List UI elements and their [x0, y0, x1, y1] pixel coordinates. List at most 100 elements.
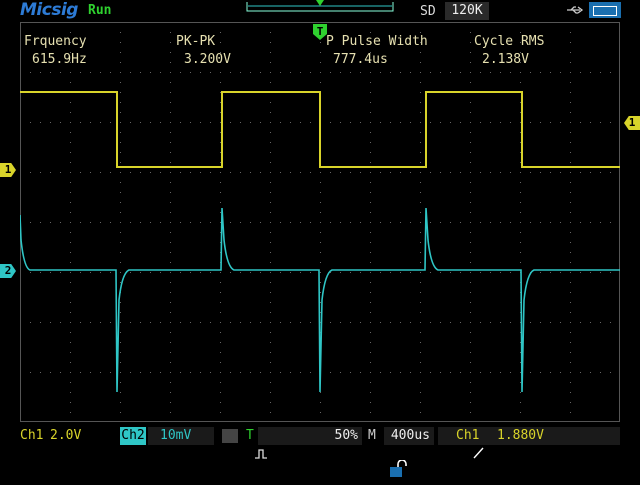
grid-dot	[520, 32, 521, 33]
grid-dot	[130, 172, 131, 173]
grid-dot	[370, 172, 371, 173]
grid-dot	[290, 372, 291, 373]
grid-dot	[170, 42, 171, 43]
grid-dot	[250, 172, 251, 173]
grid-dot	[30, 322, 31, 323]
grid-dot	[240, 72, 241, 73]
grid-dot	[370, 342, 371, 343]
acq-mode-label[interactable]: SD	[420, 4, 436, 19]
grid-dot	[550, 272, 551, 273]
trigger-level-value[interactable]: 1.880V	[497, 427, 544, 445]
grid-dot	[120, 42, 121, 43]
grid-dot	[220, 412, 221, 413]
grid-dot	[220, 312, 221, 313]
grid-dot	[590, 172, 591, 173]
run-state-button[interactable]: Run	[88, 3, 111, 18]
grid-dot	[330, 372, 331, 373]
grid-dot	[70, 102, 71, 103]
grid-dot	[100, 172, 101, 173]
grid-dot	[240, 222, 241, 223]
grid-dot	[200, 372, 201, 373]
grid-dot	[70, 262, 71, 263]
grid-dot	[520, 402, 521, 403]
grid-dot	[320, 392, 321, 393]
grid-dot	[280, 322, 281, 323]
grid-dot	[420, 102, 421, 103]
grid-dot	[420, 72, 421, 73]
ch1-scale[interactable]: 2.0V	[50, 427, 81, 445]
trigger-source[interactable]: Ch1	[456, 427, 479, 445]
grid-dot	[70, 282, 71, 283]
grid-dot	[270, 382, 271, 383]
grid-dot	[270, 352, 271, 353]
grid-dot	[370, 192, 371, 193]
lock-icon[interactable]	[388, 460, 408, 478]
grid-dot	[70, 272, 71, 273]
trigger-position-marker[interactable]: T	[313, 24, 327, 40]
grid-dot	[80, 372, 81, 373]
grid-dot	[390, 372, 391, 373]
grid-dot	[180, 72, 181, 73]
grid-dot	[200, 72, 201, 73]
trigger-level-marker[interactable]: 1	[624, 116, 640, 130]
ch2-offset-marker[interactable]: 2	[0, 264, 16, 278]
grid-dot	[420, 412, 421, 413]
ch1-label[interactable]: Ch1	[20, 427, 43, 445]
timeline-indicator[interactable]	[246, 0, 394, 14]
grid-dot	[260, 172, 261, 173]
grid-dot	[420, 232, 421, 233]
grid-dot	[420, 342, 421, 343]
grid-dot	[520, 82, 521, 83]
grid-dot	[180, 272, 181, 273]
grid-dot	[610, 322, 611, 323]
grid-dot	[120, 62, 121, 63]
timebase-value[interactable]: 400us	[384, 427, 434, 445]
grid-dot	[380, 272, 381, 273]
grid-dot	[280, 122, 281, 123]
grid-dot	[220, 362, 221, 363]
grid-dot	[420, 62, 421, 63]
grid-dot	[560, 122, 561, 123]
grid-dot	[70, 192, 71, 193]
grid-dot	[200, 172, 201, 173]
waveform-display[interactable]	[20, 22, 620, 422]
grid-dot	[70, 242, 71, 243]
ch2-label[interactable]: Ch2	[120, 427, 146, 445]
trigger-mode-icon[interactable]	[222, 429, 268, 459]
horizontal-position[interactable]: 50%	[258, 427, 362, 445]
grid-dot	[410, 122, 411, 123]
grid-dot	[300, 72, 301, 73]
grid-dot	[170, 342, 171, 343]
grid-dot	[570, 52, 571, 53]
grid-dot	[500, 172, 501, 173]
ch2-scale[interactable]: 10mV	[160, 427, 191, 445]
grid-dot	[570, 102, 571, 103]
grid-dot	[30, 372, 31, 373]
grid-dot	[310, 322, 311, 323]
grid-dot	[220, 382, 221, 383]
grid-dot	[150, 372, 151, 373]
grid-dot	[610, 72, 611, 73]
grid-dot	[70, 362, 71, 363]
grid-dot	[40, 272, 41, 273]
memory-depth-button[interactable]: 120K	[445, 2, 489, 20]
grid-dot	[170, 142, 171, 143]
measurement-label-frequency: Frquency	[24, 34, 87, 49]
grid-dot	[510, 272, 511, 273]
grid-dot	[520, 162, 521, 163]
ch1-offset-marker[interactable]: 1	[0, 163, 16, 177]
grid-dot	[170, 302, 171, 303]
grid-dot	[500, 272, 501, 273]
grid-dot	[520, 192, 521, 193]
grid-dot	[260, 122, 261, 123]
bottom-status-bar: Ch1 2.0V Ch2 10mV T 50% M 400us Ch1 1.88…	[0, 427, 640, 459]
grid-dot	[120, 92, 121, 93]
grid-dot	[70, 142, 71, 143]
grid-dot	[70, 252, 71, 253]
grid-dot	[270, 332, 271, 333]
grid-dot	[410, 172, 411, 173]
grid-dot	[30, 222, 31, 223]
grid-dot	[130, 122, 131, 123]
grid-dot	[120, 192, 121, 193]
grid-dot	[250, 322, 251, 323]
